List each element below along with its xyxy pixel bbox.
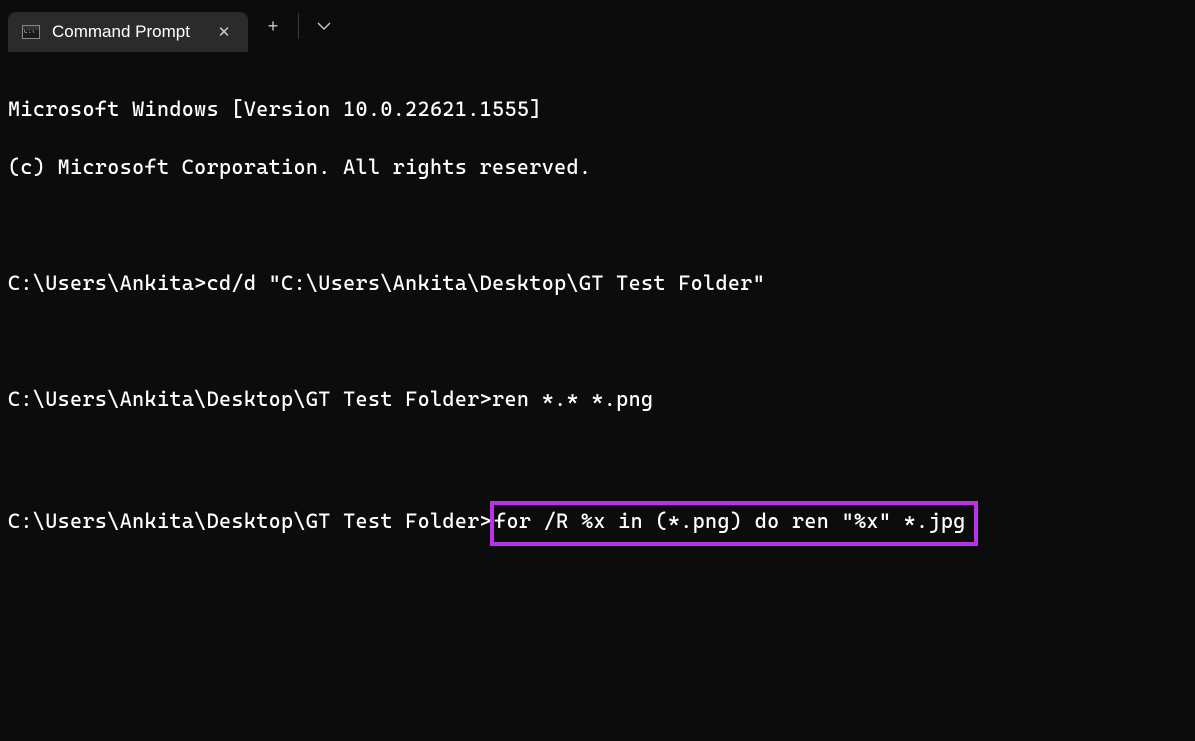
- prompt: C:\Users\Ankita>: [8, 271, 207, 295]
- titlebar: C:\ Command Prompt ✕ +: [0, 0, 1195, 52]
- command-line-3: C:\Users\Ankita\Desktop\GT Test Folder>f…: [8, 501, 1187, 546]
- command-line-2: C:\Users\Ankita\Desktop\GT Test Folder>r…: [8, 385, 1187, 414]
- tab-title: Command Prompt: [52, 22, 200, 42]
- terminal-output[interactable]: Microsoft Windows [Version 10.0.22621.15…: [0, 52, 1195, 589]
- blank-line: [8, 443, 1187, 472]
- command-text: ren *.* *.png: [492, 387, 653, 411]
- chevron-down-icon: [317, 21, 331, 31]
- titlebar-actions: +: [248, 0, 349, 52]
- close-tab-button[interactable]: ✕: [212, 20, 236, 44]
- command-text: for /R %x in (*.png) do ren "%x" *.jpg: [494, 509, 966, 533]
- copyright-line: (c) Microsoft Corporation. All rights re…: [8, 153, 1187, 182]
- blank-line: [8, 211, 1187, 240]
- tab-dropdown-button[interactable]: [299, 0, 349, 52]
- new-tab-button[interactable]: +: [248, 0, 298, 52]
- command-line-1: C:\Users\Ankita>cd/d "C:\Users\Ankita\De…: [8, 269, 1187, 298]
- blank-line: [8, 327, 1187, 356]
- terminal-icon: C:\: [22, 25, 40, 39]
- prompt: C:\Users\Ankita\Desktop\GT Test Folder>: [8, 387, 492, 411]
- highlighted-command: for /R %x in (*.png) do ren "%x" *.jpg: [490, 501, 978, 546]
- command-text: cd/d "C:\Users\Ankita\Desktop\GT Test Fo…: [207, 271, 766, 295]
- prompt: C:\Users\Ankita\Desktop\GT Test Folder>: [8, 509, 492, 533]
- version-line: Microsoft Windows [Version 10.0.22621.15…: [8, 95, 1187, 124]
- tab-command-prompt[interactable]: C:\ Command Prompt ✕: [8, 12, 248, 52]
